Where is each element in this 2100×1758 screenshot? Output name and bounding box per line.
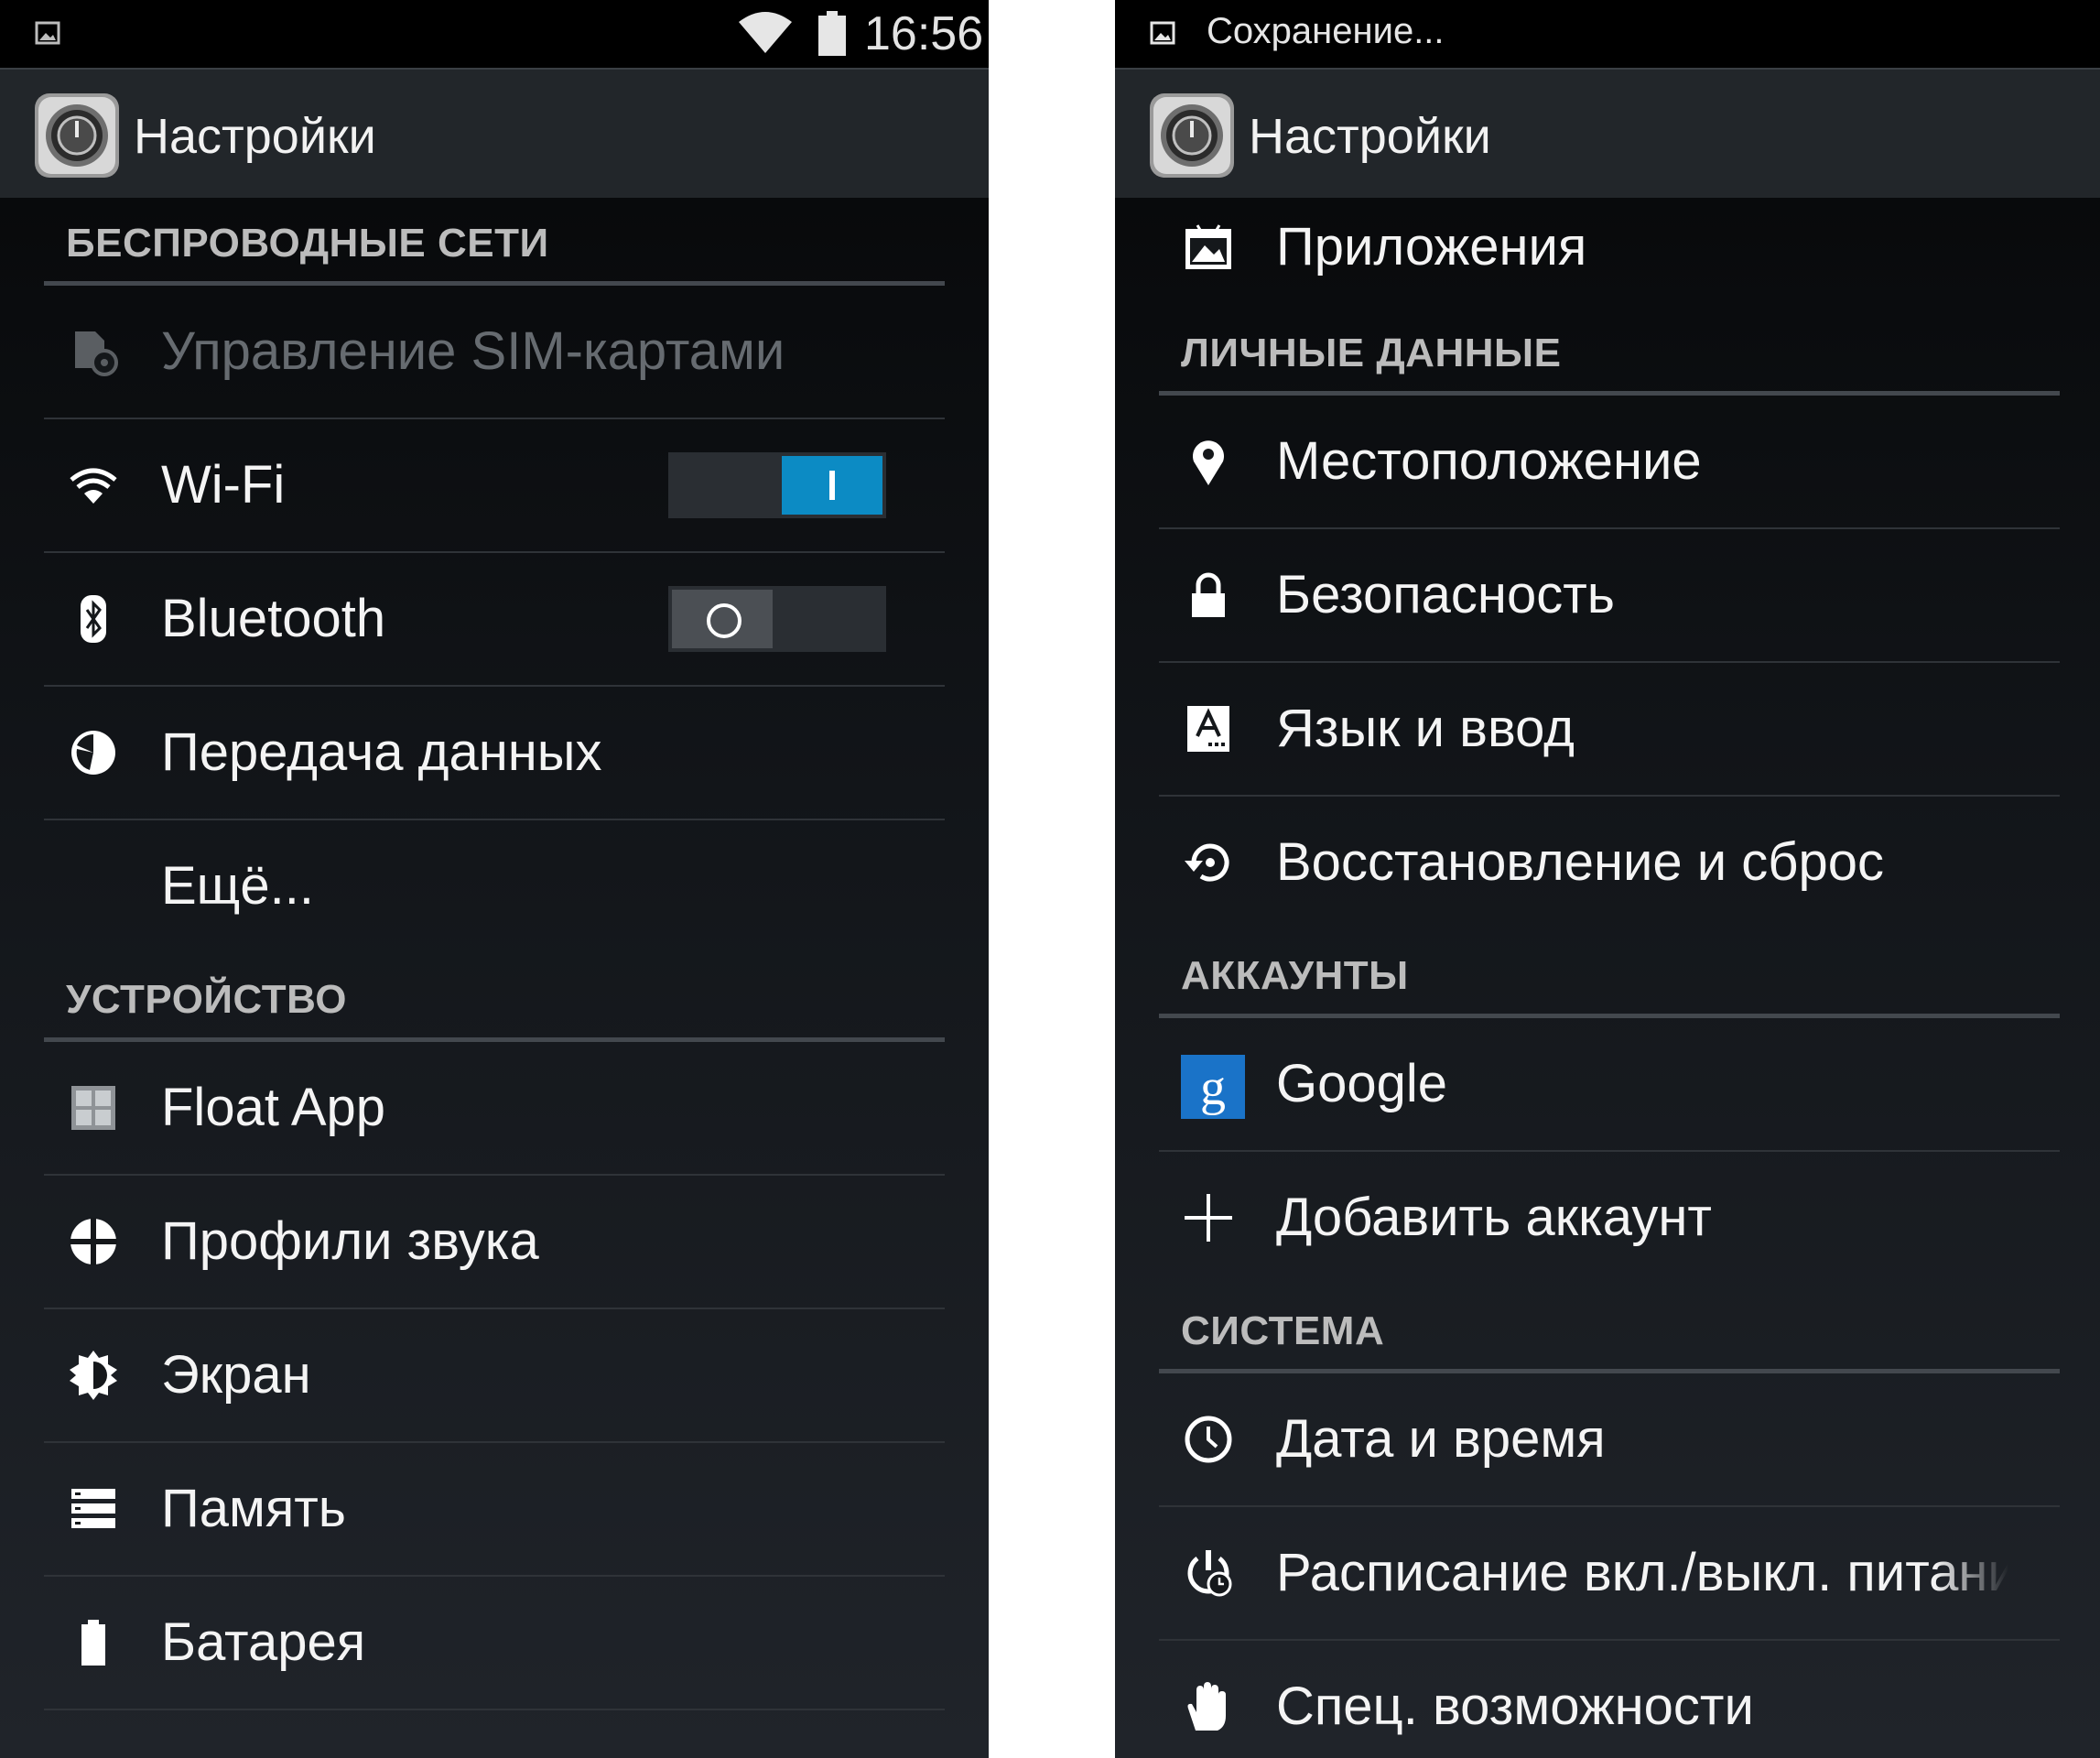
power-schedule-icon bbox=[1187, 1550, 1232, 1597]
left-settings-screen: 16:56 Настройки БЕСПРОВОДНЫЕ СЕТИ Управл… bbox=[0, 0, 989, 1758]
settings-item-backup-reset[interactable]: Восстановление и сброс bbox=[1159, 797, 2060, 930]
settings-item-accessibility[interactable]: Спец. возможности bbox=[1159, 1641, 2060, 1758]
action-bar: Настройки bbox=[0, 68, 989, 198]
settings-item-label: Профили звука bbox=[161, 1211, 539, 1271]
settings-item-apps[interactable]: Приложения bbox=[1159, 198, 2060, 308]
settings-item-storage[interactable]: Память bbox=[44, 1443, 945, 1577]
clock-icon bbox=[1185, 1416, 1232, 1463]
page-title: Настройки bbox=[134, 109, 376, 164]
plus-icon bbox=[1185, 1194, 1232, 1242]
float-app-icon bbox=[71, 1086, 115, 1130]
settings-item-label: Google bbox=[1276, 1054, 1448, 1113]
settings-list: БЕСПРОВОДНЫЕ СЕТИ Управление SIM-картами… bbox=[0, 198, 989, 1710]
location-pin-icon bbox=[1193, 440, 1224, 485]
section-header-label: АККАУНТЫ bbox=[1181, 953, 1409, 998]
storage-icon bbox=[71, 1489, 115, 1528]
page-title: Настройки bbox=[1249, 109, 1491, 164]
status-bar: Сохранение... bbox=[1115, 0, 2100, 68]
lock-icon bbox=[1192, 572, 1225, 617]
settings-item-label: Ещё... bbox=[161, 856, 315, 916]
settings-item-label: Восстановление и сброс bbox=[1276, 832, 1885, 892]
settings-item-label: Язык и ввод bbox=[1276, 699, 1575, 758]
settings-item-label: Расписание вкл./выкл. питания bbox=[1276, 1543, 2008, 1602]
display-icon bbox=[70, 1351, 117, 1400]
settings-item-more[interactable]: Ещё... bbox=[44, 820, 945, 954]
sim-management-icon bbox=[75, 331, 118, 376]
settings-item-label: Float App bbox=[161, 1078, 386, 1137]
status-notification-text: Сохранение... bbox=[1207, 11, 1445, 51]
settings-item-add-account[interactable]: Добавить аккаунт bbox=[1159, 1152, 2060, 1286]
settings-item-label: Батарея bbox=[161, 1612, 366, 1672]
section-header-device: УСТРОЙСТВО bbox=[44, 954, 945, 1042]
section-header-label: ЛИЧНЫЕ ДАННЫЕ bbox=[1181, 331, 1562, 375]
accessibility-hand-icon bbox=[1187, 1682, 1226, 1731]
settings-item-label: Wi-Fi bbox=[161, 455, 286, 515]
bluetooth-toggle[interactable] bbox=[668, 586, 886, 652]
section-header-accounts: АККАУНТЫ bbox=[1159, 930, 2060, 1018]
right-settings-screen: Сохранение... Настройки Приложения ЛИЧНЫ… bbox=[1115, 0, 2100, 1758]
settings-app-icon[interactable] bbox=[1148, 92, 1236, 179]
battery-status-icon bbox=[818, 11, 846, 56]
settings-item-google-account[interactable]: g Google bbox=[1159, 1018, 2060, 1152]
settings-item-data-usage[interactable]: Передача данных bbox=[44, 687, 945, 820]
settings-item-sim-management: Управление SIM-картами bbox=[44, 286, 945, 419]
section-header-label: БЕСПРОВОДНЫЕ СЕТИ bbox=[66, 221, 549, 266]
saving-screenshot-icon bbox=[1150, 21, 1175, 45]
settings-item-location[interactable]: Местоположение bbox=[1159, 396, 2060, 529]
settings-item-display[interactable]: Экран bbox=[44, 1309, 945, 1443]
settings-item-sound-profiles[interactable]: Профили звука bbox=[44, 1176, 945, 1309]
section-header-label: УСТРОЙСТВО bbox=[66, 977, 348, 1022]
settings-item-label: Передача данных bbox=[161, 722, 602, 782]
section-header-system: СИСТЕМА bbox=[1159, 1286, 2060, 1373]
settings-item-label: Управление SIM-картами bbox=[161, 321, 785, 381]
language-input-icon bbox=[1187, 706, 1229, 752]
settings-item-battery[interactable]: Батарея bbox=[44, 1577, 945, 1710]
wifi-signal-icon bbox=[739, 12, 792, 53]
settings-item-label: Спец. возможности bbox=[1276, 1677, 1754, 1736]
settings-item-power-schedule[interactable]: Расписание вкл./выкл. питания bbox=[1159, 1507, 2060, 1641]
status-bar: 16:56 bbox=[0, 0, 989, 68]
settings-app-icon[interactable] bbox=[33, 92, 121, 179]
action-bar: Настройки bbox=[1115, 68, 2100, 198]
settings-item-date-time[interactable]: Дата и время bbox=[1159, 1373, 2060, 1507]
settings-item-label: Безопасность bbox=[1276, 565, 1615, 624]
settings-item-label: Bluetooth bbox=[161, 589, 386, 648]
status-time: 16:56 bbox=[864, 7, 984, 60]
screenshot-notification-icon bbox=[35, 21, 60, 45]
data-usage-icon bbox=[71, 731, 115, 775]
battery-icon bbox=[81, 1620, 105, 1666]
wifi-icon bbox=[70, 468, 117, 504]
apps-icon bbox=[1185, 224, 1231, 269]
settings-item-label: Экран bbox=[161, 1345, 311, 1405]
section-header-personal: ЛИЧНЫЕ ДАННЫЕ bbox=[1159, 308, 2060, 396]
settings-item-security[interactable]: Безопасность bbox=[1159, 529, 2060, 663]
settings-item-float-app[interactable]: Float App bbox=[44, 1042, 945, 1176]
settings-item-label: Добавить аккаунт bbox=[1276, 1188, 1712, 1247]
svg-text:g: g bbox=[1200, 1059, 1226, 1116]
backup-restore-icon bbox=[1185, 843, 1229, 882]
wifi-toggle[interactable] bbox=[668, 452, 886, 518]
section-header-label: СИСТЕМА bbox=[1181, 1308, 1385, 1353]
section-header-wireless: БЕСПРОВОДНЫЕ СЕТИ bbox=[44, 198, 945, 286]
toggle-thumb-on bbox=[782, 456, 882, 515]
settings-item-label: Память bbox=[161, 1479, 347, 1538]
bluetooth-icon bbox=[81, 595, 106, 643]
sound-profiles-icon bbox=[70, 1218, 117, 1265]
settings-item-label: Приложения bbox=[1276, 217, 1587, 277]
settings-item-label: Местоположение bbox=[1276, 431, 1702, 491]
toggle-thumb-off bbox=[672, 590, 773, 648]
settings-item-label: Дата и время bbox=[1276, 1409, 1606, 1469]
settings-list: Приложения ЛИЧНЫЕ ДАННЫЕ Местоположение … bbox=[1115, 198, 2100, 1758]
settings-item-language-input[interactable]: Язык и ввод bbox=[1159, 663, 2060, 797]
settings-item-bluetooth[interactable]: Bluetooth bbox=[44, 553, 945, 687]
settings-item-wifi[interactable]: Wi-Fi bbox=[44, 419, 945, 553]
google-icon: g bbox=[1181, 1055, 1245, 1119]
